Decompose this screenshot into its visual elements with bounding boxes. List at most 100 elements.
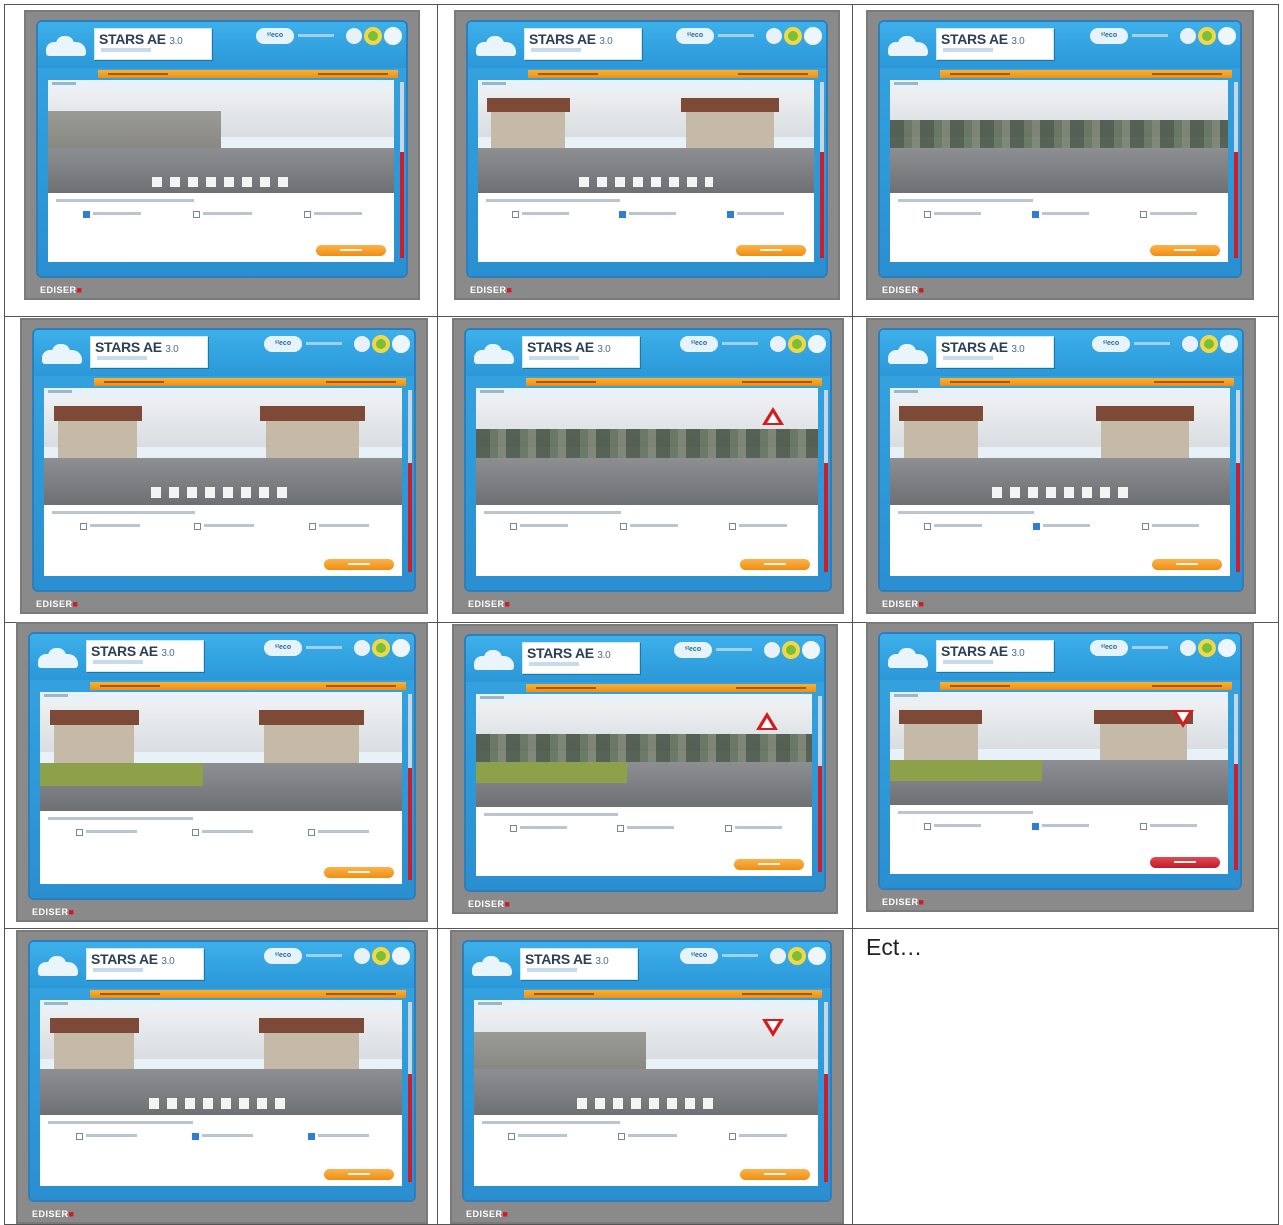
answer-checkbox[interactable] xyxy=(510,522,518,530)
close-icon[interactable] xyxy=(802,641,820,659)
settings-icon[interactable] xyxy=(764,642,780,658)
answer-checkbox[interactable] xyxy=(924,522,931,530)
answer-checkbox[interactable] xyxy=(76,1133,84,1141)
close-icon[interactable] xyxy=(392,947,410,965)
timer-scrollbar[interactable] xyxy=(1236,390,1240,572)
continue-button[interactable] xyxy=(1150,245,1220,256)
timer-scrollbar[interactable] xyxy=(1234,82,1238,258)
continue-button[interactable] xyxy=(740,1169,810,1180)
settings-icon[interactable] xyxy=(1180,28,1196,44)
answer-checkbox[interactable] xyxy=(193,210,201,218)
answer-checkbox[interactable] xyxy=(726,210,734,218)
answer-checkbox[interactable] xyxy=(1140,210,1148,218)
continue-button[interactable] xyxy=(324,559,394,570)
answer-checkbox[interactable] xyxy=(308,522,316,530)
sun-icon[interactable] xyxy=(784,27,802,45)
answer-checkbox[interactable] xyxy=(192,1133,200,1141)
sun-icon[interactable] xyxy=(372,947,390,965)
sun-icon[interactable] xyxy=(788,335,806,353)
settings-icon[interactable] xyxy=(354,640,370,656)
answer-checkbox[interactable] xyxy=(923,822,931,830)
close-icon[interactable] xyxy=(392,335,410,353)
close-icon[interactable] xyxy=(808,947,826,965)
timer-scrollbar[interactable] xyxy=(818,696,822,872)
settings-icon[interactable] xyxy=(354,948,370,964)
close-icon[interactable] xyxy=(804,27,822,45)
answer-checkbox[interactable] xyxy=(509,824,517,832)
sun-icon[interactable] xyxy=(372,639,390,657)
eco-badge[interactable]: ˢᵗeco xyxy=(256,28,294,44)
answer-checkbox[interactable] xyxy=(923,210,931,218)
settings-icon[interactable] xyxy=(1182,336,1198,352)
answer-checkbox[interactable] xyxy=(1032,522,1040,530)
answer-checkbox[interactable] xyxy=(511,210,519,218)
settings-icon[interactable] xyxy=(354,336,370,352)
timer-scrollbar[interactable] xyxy=(824,390,828,572)
timer-scrollbar[interactable] xyxy=(400,82,404,258)
settings-icon[interactable] xyxy=(1180,640,1196,656)
continue-button[interactable] xyxy=(740,559,810,570)
answer-checkbox[interactable] xyxy=(307,829,315,837)
eco-badge[interactable]: ˢᵗeco xyxy=(680,948,718,964)
settings-icon[interactable] xyxy=(770,948,786,964)
sun-icon[interactable] xyxy=(1198,639,1216,657)
answer-checkbox[interactable] xyxy=(1141,522,1149,530)
eco-badge[interactable]: ˢᵗeco xyxy=(1092,336,1130,352)
timer-scrollbar[interactable] xyxy=(408,390,412,572)
continue-button[interactable] xyxy=(316,245,386,256)
eco-badge[interactable]: ˢᵗeco xyxy=(1090,640,1128,656)
settings-icon[interactable] xyxy=(766,28,782,44)
answer-checkbox[interactable] xyxy=(617,824,625,832)
sun-icon[interactable] xyxy=(1200,335,1218,353)
answer-checkbox[interactable] xyxy=(1031,822,1039,830)
eco-badge[interactable]: ˢᵗeco xyxy=(676,28,714,44)
timer-scrollbar[interactable] xyxy=(820,82,824,258)
answer-checkbox[interactable] xyxy=(1140,822,1148,830)
answer-checkbox[interactable] xyxy=(1031,210,1039,218)
answer-checkbox[interactable] xyxy=(192,829,200,837)
eco-badge[interactable]: ˢᵗeco xyxy=(264,640,302,656)
timer-scrollbar[interactable] xyxy=(408,694,412,880)
timer-scrollbar[interactable] xyxy=(1234,694,1238,870)
continue-button[interactable] xyxy=(324,1169,394,1180)
eco-badge[interactable]: ˢᵗeco xyxy=(674,642,712,658)
timer-scrollbar[interactable] xyxy=(824,1002,828,1182)
answer-checkbox[interactable] xyxy=(79,522,87,530)
continue-button[interactable] xyxy=(1150,857,1220,868)
continue-button[interactable] xyxy=(1152,559,1222,570)
answer-checkbox[interactable] xyxy=(724,824,732,832)
continue-button[interactable] xyxy=(736,245,806,256)
sun-icon[interactable] xyxy=(1198,27,1216,45)
answer-checkbox[interactable] xyxy=(619,210,627,218)
eco-badge[interactable]: ˢᵗeco xyxy=(680,336,718,352)
close-icon[interactable] xyxy=(1220,335,1238,353)
timer-scrollbar[interactable] xyxy=(408,1002,412,1182)
eco-badge[interactable]: ˢᵗeco xyxy=(264,948,302,964)
answer-checkbox[interactable] xyxy=(729,522,737,530)
sun-icon[interactable] xyxy=(364,27,382,45)
eco-badge[interactable]: ˢᵗeco xyxy=(264,336,302,352)
close-icon[interactable] xyxy=(808,335,826,353)
app-screenshot: STARS AE 3.0 ˢᵗeco EDISER■ xyxy=(452,624,838,914)
eco-badge[interactable]: ˢᵗeco xyxy=(1090,28,1128,44)
answer-checkbox[interactable] xyxy=(82,210,90,218)
continue-button[interactable] xyxy=(324,867,394,878)
close-icon[interactable] xyxy=(1218,639,1236,657)
answer-checkbox[interactable] xyxy=(618,1133,626,1141)
close-icon[interactable] xyxy=(392,639,410,657)
settings-icon[interactable] xyxy=(770,336,786,352)
answer-checkbox[interactable] xyxy=(76,829,84,837)
close-icon[interactable] xyxy=(1218,27,1236,45)
answer-checkbox[interactable] xyxy=(508,1133,516,1141)
sun-icon[interactable] xyxy=(788,947,806,965)
answer-checkbox[interactable] xyxy=(194,522,202,530)
answer-checkbox[interactable] xyxy=(307,1133,315,1141)
sun-icon[interactable] xyxy=(372,335,390,353)
answer-checkbox[interactable] xyxy=(304,210,312,218)
answer-checkbox[interactable] xyxy=(728,1133,736,1141)
continue-button[interactable] xyxy=(734,859,804,870)
sun-icon[interactable] xyxy=(782,641,800,659)
settings-icon[interactable] xyxy=(346,28,362,44)
close-icon[interactable] xyxy=(384,27,402,45)
answer-checkbox[interactable] xyxy=(619,522,627,530)
